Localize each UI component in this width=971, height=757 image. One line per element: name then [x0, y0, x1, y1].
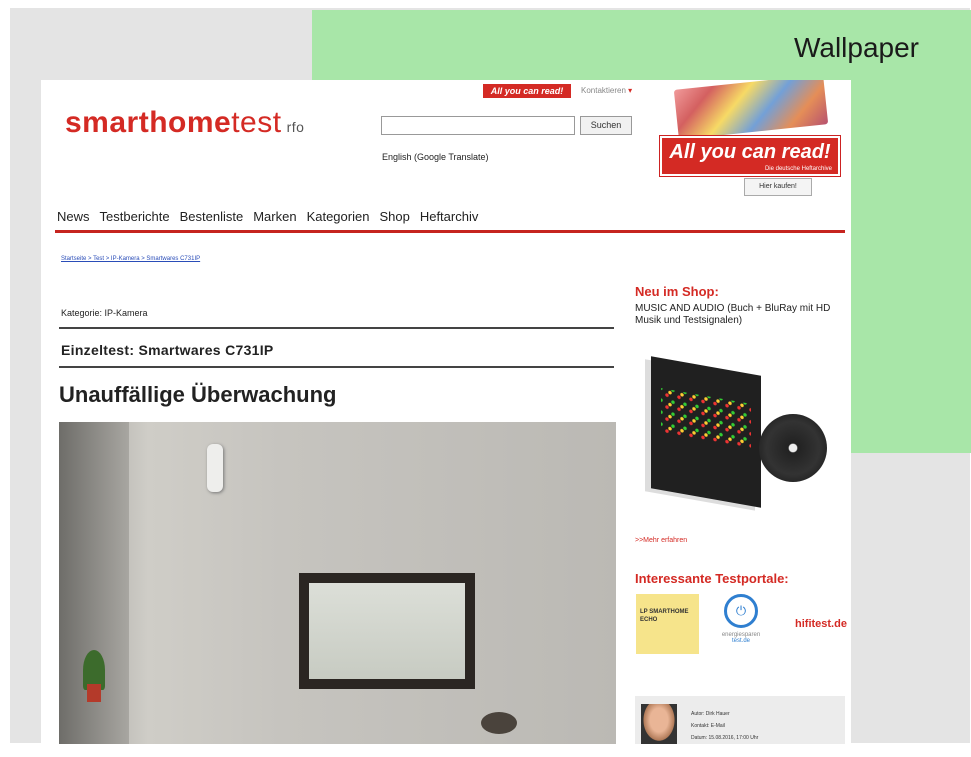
- photo-camera: [207, 444, 223, 492]
- site-logo[interactable]: smarthometest rfo: [65, 106, 304, 140]
- translate-link[interactable]: English (Google Translate): [382, 152, 489, 162]
- logo-bold: smarthome: [65, 106, 232, 139]
- author-box: Autor: Dirk Hauer Kontakt: E-Mail Datum:…: [635, 696, 845, 744]
- portal-logo-energiesparen[interactable]: ⏻ energiesparen test.de: [711, 594, 771, 654]
- magazines-image: [673, 80, 829, 140]
- search-input[interactable]: [381, 116, 575, 135]
- test-title: Einzeltest: Smartwares C731IP: [61, 342, 274, 358]
- nav-item-testberichte[interactable]: Testberichte: [100, 209, 170, 224]
- shop-text[interactable]: MUSIC AND AUDIO (Buch + BluRay mit HD Mu…: [635, 303, 835, 327]
- portal2-link: test.de: [731, 638, 750, 644]
- book-cover-pattern: [661, 388, 751, 448]
- author-avatar: [641, 704, 677, 744]
- more-link[interactable]: >>Mehr erfahren: [635, 537, 687, 544]
- chevron-down-icon: ▾: [628, 86, 633, 95]
- portale-title: Interessante Testportale:: [635, 571, 789, 586]
- plug-icon: ⏻: [724, 594, 758, 628]
- ad-subline: Die deutsche Heftarchive: [764, 166, 832, 172]
- article-category: Kategorie: IP-Kamera: [61, 308, 148, 318]
- author-info: Autor: Dirk Hauer Kontakt: E-Mail Datum:…: [691, 708, 758, 744]
- portal-logo-smarthome[interactable]: LP SMARTHOME ECHO: [636, 594, 699, 654]
- nav-divider: [55, 230, 845, 233]
- article-headline: Unauffällige Überwachung: [59, 382, 337, 407]
- top-dropdown[interactable]: Kontaktieren ▾: [581, 86, 632, 95]
- photo-pot: [87, 684, 101, 702]
- divider: [59, 366, 614, 368]
- shop-title: Neu im Shop:: [635, 284, 719, 299]
- top-badge[interactable]: All you can read!: [483, 84, 571, 98]
- photo-mirror-glass: [309, 583, 465, 679]
- nav-item-bestenliste[interactable]: Bestenliste: [180, 209, 244, 224]
- website-screenshot: smarthometest rfo All you can read! Konta…: [41, 80, 851, 744]
- divider: [59, 327, 614, 329]
- logo-suffix: rfo: [286, 119, 305, 135]
- nav-item-marken[interactable]: Marken: [253, 209, 296, 224]
- logo-light: test: [231, 106, 282, 139]
- author-date: Datum: 15.08.2016, 17:00 Uhr: [691, 735, 759, 741]
- breadcrumb[interactable]: Startseite > Test > IP-Kamera > Smartwar…: [61, 256, 200, 262]
- nav-item-kategorien[interactable]: Kategorien: [307, 209, 370, 224]
- bluray-disc-image: [759, 414, 827, 482]
- ad-banner[interactable]: All you can read! Die deutsche Heftarchi…: [656, 80, 841, 208]
- author-contact[interactable]: Kontakt: E-Mail: [691, 720, 758, 732]
- article-photo[interactable]: [59, 422, 616, 744]
- ad-headline: All you can read!: [669, 141, 831, 163]
- photo-mirror: [299, 573, 475, 689]
- top-dropdown-label: Kontaktieren: [581, 86, 626, 95]
- nav-item-shop[interactable]: Shop: [379, 209, 409, 224]
- search-button[interactable]: Suchen: [580, 116, 632, 135]
- author-name: Autor: Dirk Hauer: [691, 711, 730, 717]
- portal-logo-hifitest[interactable]: hifitest.de: [795, 618, 847, 630]
- main-nav: News Testberichte Bestenliste Marken Kat…: [57, 209, 488, 224]
- nav-item-heftarchiv[interactable]: Heftarchiv: [420, 209, 479, 224]
- nav-item-news[interactable]: News: [57, 209, 90, 224]
- ad-buy-button[interactable]: Hier kaufen!: [744, 178, 812, 196]
- photo-ornament: [481, 712, 517, 734]
- wallpaper-label: Wallpaper: [793, 32, 919, 63]
- ad-headline-box: All you can read! Die deutsche Heftarchi…: [660, 136, 840, 176]
- shop-book-image[interactable]: [651, 356, 761, 508]
